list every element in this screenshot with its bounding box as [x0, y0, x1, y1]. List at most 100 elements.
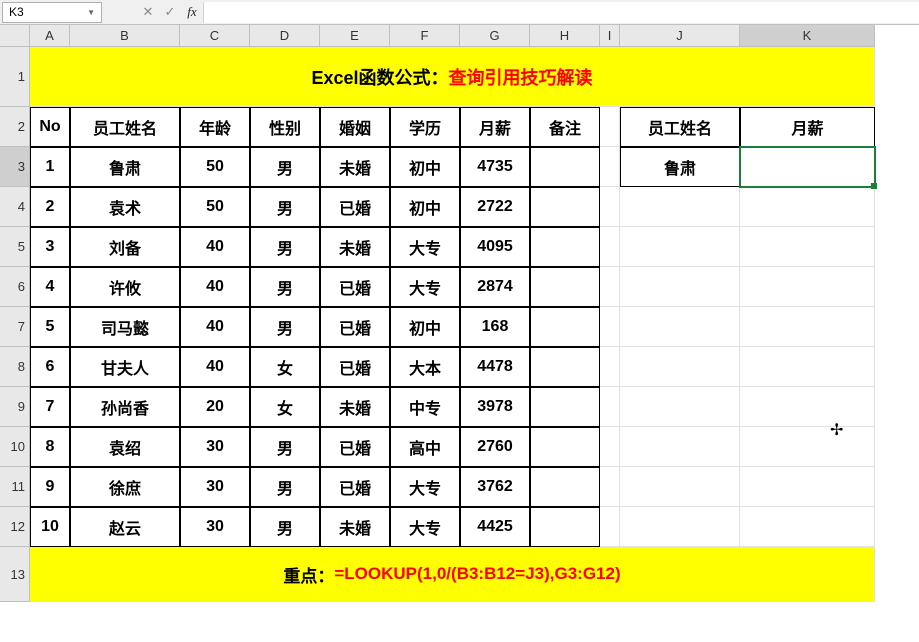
- row-header-6[interactable]: 6: [0, 267, 30, 307]
- col-header-I[interactable]: I: [600, 25, 620, 47]
- cell-gender-9[interactable]: 女: [250, 387, 320, 427]
- col-header-E[interactable]: E: [320, 25, 390, 47]
- cell-I3[interactable]: [600, 147, 620, 187]
- cell-K5[interactable]: [740, 227, 875, 267]
- cell-no-8[interactable]: 6: [30, 347, 70, 387]
- cell-marital-6[interactable]: 已婚: [320, 267, 390, 307]
- row-header-4[interactable]: 4: [0, 187, 30, 227]
- cell-salary-3[interactable]: 4735: [460, 147, 530, 187]
- cell-remark-6[interactable]: [530, 267, 600, 307]
- cell-no-6[interactable]: 4: [30, 267, 70, 307]
- cell-I10[interactable]: [600, 427, 620, 467]
- cell-age-11[interactable]: 30: [180, 467, 250, 507]
- cell-age-6[interactable]: 40: [180, 267, 250, 307]
- cell-no-7[interactable]: 5: [30, 307, 70, 347]
- cell-salary-9[interactable]: 3978: [460, 387, 530, 427]
- cell-salary-5[interactable]: 4095: [460, 227, 530, 267]
- col-header-A[interactable]: A: [30, 25, 70, 47]
- cell-edu-3[interactable]: 初中: [390, 147, 460, 187]
- header-gender[interactable]: 性别: [250, 107, 320, 147]
- cell-I6[interactable]: [600, 267, 620, 307]
- row-header-13[interactable]: 13: [0, 547, 30, 602]
- cell-edu-4[interactable]: 初中: [390, 187, 460, 227]
- cell-I7[interactable]: [600, 307, 620, 347]
- cell-name-6[interactable]: 许攸: [70, 267, 180, 307]
- cell-age-3[interactable]: 50: [180, 147, 250, 187]
- cell-gender-5[interactable]: 男: [250, 227, 320, 267]
- cell-marital-7[interactable]: 已婚: [320, 307, 390, 347]
- cell-age-4[interactable]: 50: [180, 187, 250, 227]
- cell-gender-10[interactable]: 男: [250, 427, 320, 467]
- cell-age-5[interactable]: 40: [180, 227, 250, 267]
- cell-gender-3[interactable]: 男: [250, 147, 320, 187]
- cell-marital-5[interactable]: 未婚: [320, 227, 390, 267]
- cell-gender-6[interactable]: 男: [250, 267, 320, 307]
- cell-K10[interactable]: [740, 427, 875, 467]
- cell-marital-4[interactable]: 已婚: [320, 187, 390, 227]
- cell-gender-7[interactable]: 男: [250, 307, 320, 347]
- cell-I12[interactable]: [600, 507, 620, 547]
- cell-I9[interactable]: [600, 387, 620, 427]
- formula-input[interactable]: [203, 2, 919, 23]
- cell-J7[interactable]: [620, 307, 740, 347]
- cell-I2[interactable]: [600, 107, 620, 147]
- cell-age-12[interactable]: 30: [180, 507, 250, 547]
- footer-cell[interactable]: 重点：=LOOKUP(1,0/(B3:B12=J3),G3:G12): [30, 547, 875, 602]
- row-header-11[interactable]: 11: [0, 467, 30, 507]
- name-box[interactable]: K3 ▼: [2, 2, 102, 23]
- cell-edu-5[interactable]: 大专: [390, 227, 460, 267]
- cell-no-5[interactable]: 3: [30, 227, 70, 267]
- cell-J12[interactable]: [620, 507, 740, 547]
- cell-remark-10[interactable]: [530, 427, 600, 467]
- cell-K4[interactable]: [740, 187, 875, 227]
- header-name[interactable]: 员工姓名: [70, 107, 180, 147]
- cell-name-8[interactable]: 甘夫人: [70, 347, 180, 387]
- cell-J5[interactable]: [620, 227, 740, 267]
- cell-I8[interactable]: [600, 347, 620, 387]
- col-header-B[interactable]: B: [70, 25, 180, 47]
- lookup-salary-value[interactable]: [740, 147, 875, 187]
- row-header-8[interactable]: 8: [0, 347, 30, 387]
- cell-age-10[interactable]: 30: [180, 427, 250, 467]
- col-header-G[interactable]: G: [460, 25, 530, 47]
- cell-name-11[interactable]: 徐庶: [70, 467, 180, 507]
- lookup-name-value[interactable]: 鲁肃: [620, 147, 740, 187]
- cell-edu-10[interactable]: 高中: [390, 427, 460, 467]
- cell-I4[interactable]: [600, 187, 620, 227]
- cell-J8[interactable]: [620, 347, 740, 387]
- cell-edu-12[interactable]: 大专: [390, 507, 460, 547]
- cell-J11[interactable]: [620, 467, 740, 507]
- cell-name-7[interactable]: 司马懿: [70, 307, 180, 347]
- cell-J6[interactable]: [620, 267, 740, 307]
- cell-remark-12[interactable]: [530, 507, 600, 547]
- row-header-2[interactable]: 2: [0, 107, 30, 147]
- cell-salary-7[interactable]: 168: [460, 307, 530, 347]
- cell-edu-8[interactable]: 大本: [390, 347, 460, 387]
- header-salary[interactable]: 月薪: [460, 107, 530, 147]
- cell-salary-11[interactable]: 3762: [460, 467, 530, 507]
- lookup-header-salary[interactable]: 月薪: [740, 107, 875, 147]
- name-box-dropdown-icon[interactable]: ▼: [87, 8, 95, 17]
- row-header-10[interactable]: 10: [0, 427, 30, 467]
- col-header-H[interactable]: H: [530, 25, 600, 47]
- cell-salary-12[interactable]: 4425: [460, 507, 530, 547]
- cell-marital-3[interactable]: 未婚: [320, 147, 390, 187]
- cell-no-12[interactable]: 10: [30, 507, 70, 547]
- cell-age-8[interactable]: 40: [180, 347, 250, 387]
- cell-K11[interactable]: [740, 467, 875, 507]
- cell-J4[interactable]: [620, 187, 740, 227]
- cell-marital-10[interactable]: 已婚: [320, 427, 390, 467]
- cell-K8[interactable]: [740, 347, 875, 387]
- cell-gender-8[interactable]: 女: [250, 347, 320, 387]
- cell-name-4[interactable]: 袁术: [70, 187, 180, 227]
- row-header-12[interactable]: 12: [0, 507, 30, 547]
- col-header-F[interactable]: F: [390, 25, 460, 47]
- cell-K6[interactable]: [740, 267, 875, 307]
- cell-no-4[interactable]: 2: [30, 187, 70, 227]
- cell-age-7[interactable]: 40: [180, 307, 250, 347]
- lookup-header-name[interactable]: 员工姓名: [620, 107, 740, 147]
- cell-I5[interactable]: [600, 227, 620, 267]
- cell-remark-9[interactable]: [530, 387, 600, 427]
- cell-gender-11[interactable]: 男: [250, 467, 320, 507]
- row-header-3[interactable]: 3: [0, 147, 30, 187]
